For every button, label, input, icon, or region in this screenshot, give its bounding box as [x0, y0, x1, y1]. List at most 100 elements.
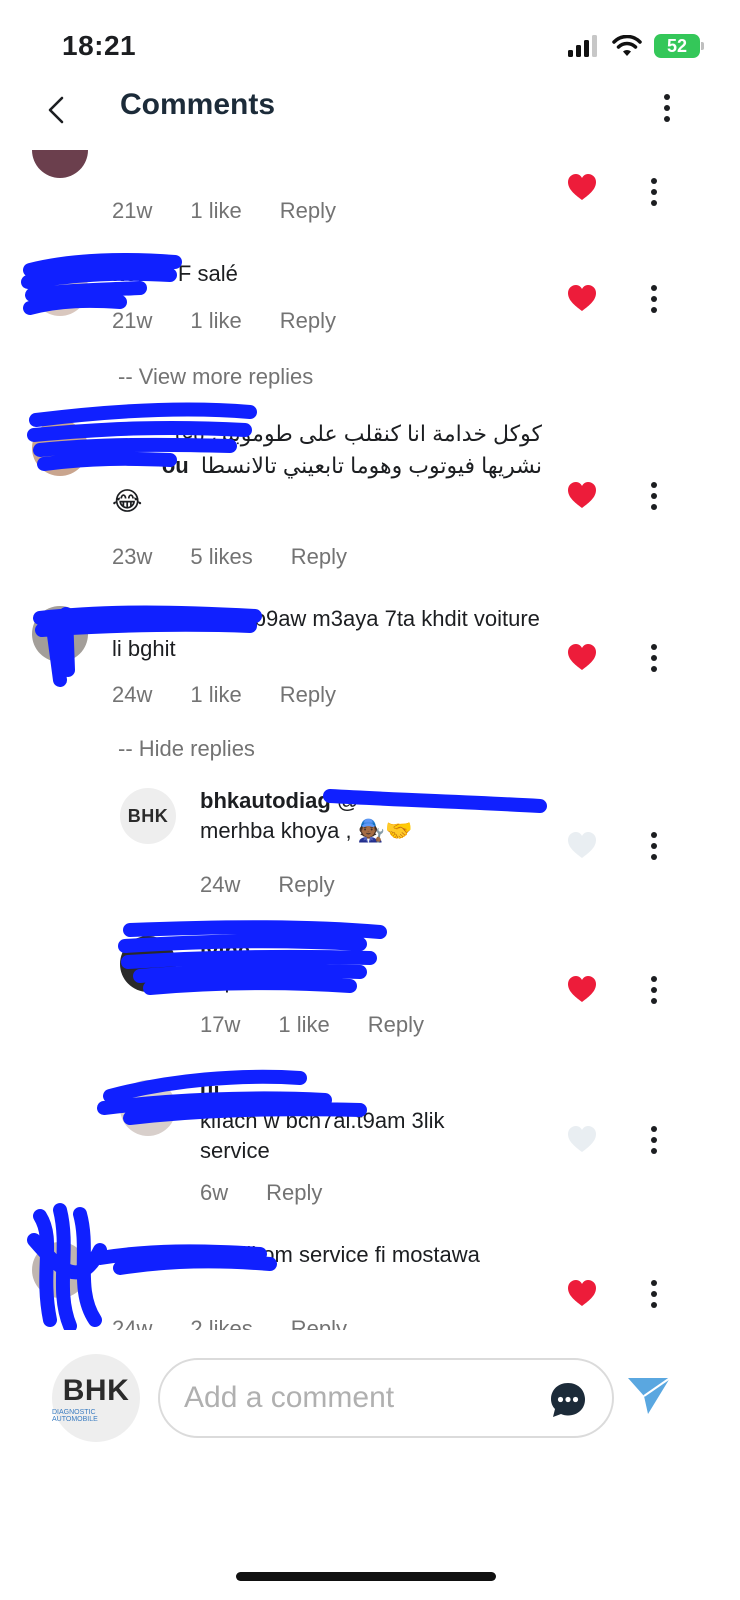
comment-age: 21w	[112, 308, 153, 333]
page-title: Comments	[120, 88, 276, 121]
avatar[interactable]	[120, 1080, 176, 1136]
comment-likes[interactable]: 1 like	[190, 682, 241, 708]
comment-age: 24w	[112, 682, 153, 707]
comment-username[interactable]: m	[112, 606, 132, 631]
comments-list[interactable]: 21w 1 like Reply komri F salé 21w 1 like …	[0, 150, 740, 1330]
wifi-icon	[612, 35, 642, 56]
reply-button[interactable]: Reply	[278, 872, 334, 898]
home-indicator[interactable]	[236, 1572, 496, 1581]
reply-body: ivine m prix ???	[200, 936, 550, 996]
comment-meta: 24w 1 like Reply	[112, 682, 336, 708]
heart-icon[interactable]	[566, 480, 598, 510]
reply-button[interactable]: Reply	[280, 198, 336, 224]
comment-input[interactable]	[184, 1376, 544, 1420]
avatar[interactable]	[32, 260, 88, 316]
comment-more-icon[interactable]	[641, 482, 667, 510]
reply-likes[interactable]: 1 like	[278, 1012, 329, 1038]
comment-more-icon[interactable]	[641, 832, 667, 860]
comment-text: Tbarklah 3likom service fi mostawa	[137, 1242, 480, 1267]
reply-button[interactable]: Reply	[368, 1012, 424, 1038]
comment-likes[interactable]: 1 like	[190, 308, 241, 334]
back-arrow-icon[interactable]	[40, 90, 80, 130]
reply-body: bhkautodiag @ merhba khoya , 🧑🏾‍🔧🤝	[200, 786, 550, 846]
avatar[interactable]	[120, 936, 176, 992]
reply-age: 24w	[200, 872, 241, 897]
reply-meta: 17w 1 like Reply	[200, 1012, 424, 1038]
reply-username[interactable]: bhkautodiag	[200, 788, 331, 813]
reply-username[interactable]: ivine	[200, 938, 250, 963]
comment-age: 21w	[112, 198, 153, 223]
comment-more-icon[interactable]	[641, 644, 667, 672]
heart-icon[interactable]	[566, 172, 598, 202]
heart-icon[interactable]	[566, 283, 598, 313]
comment-more-icon[interactable]	[641, 976, 667, 1004]
comment-username[interactable]: m	[112, 1242, 132, 1267]
heart-outline-icon[interactable]	[566, 830, 598, 860]
heart-icon[interactable]	[566, 974, 598, 1004]
comment-emoji: 😂	[112, 486, 143, 516]
comment-body: komri F salé	[112, 259, 542, 289]
reply-mention[interactable]: @	[337, 788, 359, 813]
avatar[interactable]	[32, 606, 88, 662]
comment-likes[interactable]: 1 like	[190, 198, 241, 224]
heart-outline-icon[interactable]	[566, 1124, 598, 1154]
more-options-icon[interactable]	[654, 88, 684, 132]
avatar-logo-subtitle: DIAGNOSTIC AUTOMOBILE	[52, 1408, 98, 1423]
comment-body: m Service top b9aw m3aya 7ta khdit voitur…	[112, 604, 552, 664]
comment-more-icon[interactable]	[641, 1280, 667, 1308]
comment-more-icon[interactable]	[641, 178, 667, 206]
reply-button[interactable]: Reply	[280, 682, 336, 708]
comment-text: Service top b9aw m3aya 7ta khdit voiture…	[112, 606, 540, 661]
battery-level: 52	[666, 35, 688, 56]
status-icons: 52	[568, 34, 704, 58]
reply-age: 6w	[200, 1180, 229, 1205]
reply-button[interactable]: Reply	[291, 1316, 347, 1330]
comment-body: كوكل خدامة انا كنقلب على طوموبيل باغا نش…	[112, 418, 542, 516]
comment-meta: 21w 1 like Reply	[112, 308, 336, 334]
status-time: 18:21	[62, 30, 137, 61]
avatar-logo-text: BHK	[127, 805, 169, 826]
comment-likes[interactable]: 2 likes	[190, 1316, 252, 1330]
reply-age: 17w	[200, 1012, 241, 1037]
reply-button[interactable]: Reply	[280, 308, 336, 334]
send-icon[interactable]	[626, 1374, 672, 1416]
reply-username[interactable]: ui	[200, 1078, 220, 1103]
comment-input-field[interactable]	[158, 1358, 614, 1438]
reply-meta: 24w Reply	[200, 872, 335, 898]
comment-text: F salé	[177, 261, 238, 286]
current-user-avatar[interactable]: BHK DIAGNOSTIC AUTOMOBILE	[52, 1354, 140, 1442]
comment-composer: BHK DIAGNOSTIC AUTOMOBILE	[0, 1350, 740, 1450]
comment-username[interactable]: ou	[162, 453, 189, 478]
chat-bubble-icon[interactable]	[548, 1380, 588, 1420]
comment-text: كوكل خدامة انا كنقلب على طوموبيل باغا نش…	[174, 421, 542, 478]
avatar[interactable]	[32, 420, 88, 476]
battery-indicator: 52	[654, 34, 704, 58]
heart-icon[interactable]	[566, 1278, 598, 1308]
comment-more-icon[interactable]	[641, 1126, 667, 1154]
comment-age: 24w	[112, 1316, 153, 1330]
comment-more-icon[interactable]	[641, 285, 667, 313]
comment-age: 23w	[112, 544, 153, 569]
comments-header: Comments	[0, 80, 740, 140]
status-bar: 18:21 52	[0, 0, 740, 90]
comment-meta: 23w 5 likes Reply	[112, 544, 347, 570]
comment-username[interactable]: komri	[112, 261, 172, 286]
reply-text: m prix ???	[200, 968, 303, 993]
comment-meta: 24w 2 likes Reply	[112, 1316, 347, 1330]
reply-emoji: 🧑🏾‍🔧🤝	[357, 818, 413, 843]
comment-meta: 21w 1 like Reply	[112, 198, 336, 224]
view-more-replies-link[interactable]: -- View more replies	[118, 364, 313, 390]
reply-meta: 6w Reply	[200, 1180, 322, 1206]
signal-icon	[568, 35, 597, 57]
avatar[interactable]	[32, 150, 88, 178]
reply-button[interactable]: Reply	[291, 544, 347, 570]
comment-likes[interactable]: 5 likes	[190, 544, 252, 570]
avatar[interactable]: BHK	[120, 788, 176, 844]
reply-text: merhba khoya ,	[200, 818, 352, 843]
hide-replies-link[interactable]: -- Hide replies	[118, 736, 255, 762]
reply-body: ui kifach w bch7al.t9am 3lik service	[200, 1076, 520, 1166]
reply-button[interactable]: Reply	[266, 1180, 322, 1206]
avatar-logo-text: BHK	[62, 1373, 130, 1407]
heart-icon[interactable]	[566, 642, 598, 672]
avatar[interactable]	[32, 1242, 88, 1298]
